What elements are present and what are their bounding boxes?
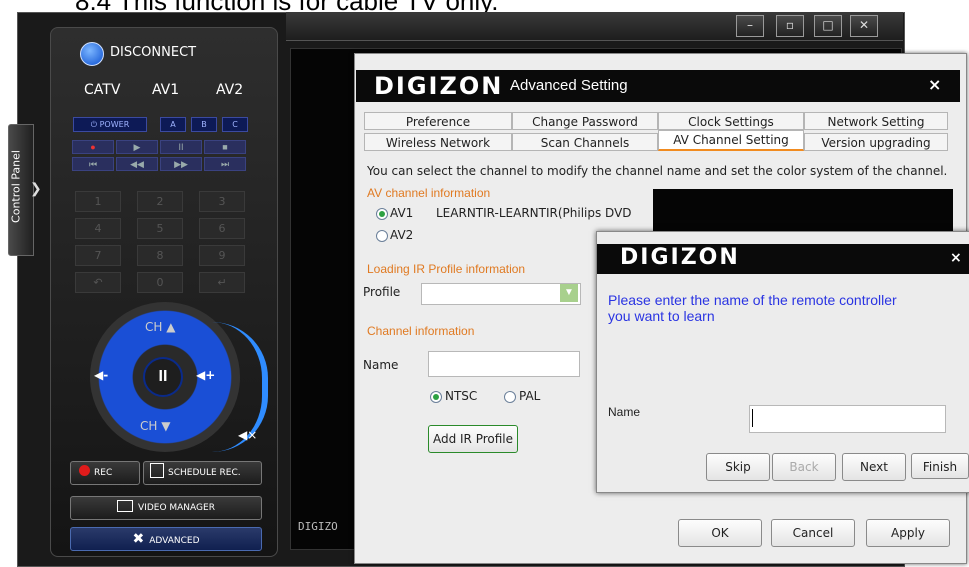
- volume-down-button[interactable]: ◀-: [94, 368, 108, 382]
- key-8[interactable]: 8: [137, 245, 183, 266]
- skip-button[interactable]: Skip: [706, 453, 770, 481]
- record-dot-icon: [79, 465, 90, 476]
- c-button[interactable]: C: [222, 117, 248, 132]
- video-manager-label: VIDEO MANAGER: [138, 503, 215, 513]
- description-text: You can select the channel to modify the…: [367, 164, 948, 178]
- profile-label: Profile: [363, 285, 401, 299]
- key-6[interactable]: 6: [199, 218, 245, 239]
- text-caret: [752, 409, 753, 427]
- digizon-logo: DIGIZON: [620, 245, 740, 270]
- channel-name-input[interactable]: [428, 351, 580, 377]
- schedule-rec-label: SCHEDULE REC.: [168, 468, 241, 478]
- tools-icon: ✖: [132, 531, 145, 547]
- disconnect-label[interactable]: DISCONNECT: [110, 45, 196, 60]
- profile-select[interactable]: [421, 283, 581, 305]
- ok-button[interactable]: OK: [678, 519, 762, 547]
- maximize-button[interactable]: □: [814, 15, 842, 37]
- close-button[interactable]: ✕: [850, 15, 878, 37]
- fast-forward-icon[interactable]: ▶▶: [160, 157, 202, 171]
- control-panel-label: Control Panel: [9, 150, 23, 223]
- key-9[interactable]: 9: [199, 245, 245, 266]
- apply-button[interactable]: Apply: [866, 519, 950, 547]
- record-icon[interactable]: ●: [72, 140, 114, 154]
- av1-value: LEARNTIR-LEARNTIR(Philips DVD: [436, 206, 632, 220]
- close-icon[interactable]: ×: [928, 75, 941, 94]
- ntsc-radio[interactable]: [430, 391, 442, 403]
- pal-label: PAL: [519, 389, 541, 403]
- pause-button[interactable]: II: [143, 357, 183, 397]
- play-icon[interactable]: ▶: [116, 140, 158, 154]
- key-1[interactable]: 1: [75, 191, 121, 212]
- tab-wireless-network[interactable]: Wireless Network: [364, 133, 512, 151]
- av2-label: AV2: [390, 228, 414, 242]
- key-2[interactable]: 2: [137, 191, 183, 212]
- tab-change-password[interactable]: Change Password: [512, 112, 658, 130]
- source-av2[interactable]: AV2: [216, 82, 243, 98]
- power-button[interactable]: ⏻ POWER: [73, 117, 147, 132]
- minimize-button[interactable]: –: [736, 15, 764, 37]
- name-label: Name: [363, 358, 399, 372]
- channel-preview: [653, 189, 953, 237]
- close-icon[interactable]: ×: [950, 250, 962, 266]
- rewind-icon[interactable]: ◀◀: [116, 157, 158, 171]
- brand-text: DIGIZO: [298, 520, 338, 533]
- b-button[interactable]: B: [191, 117, 217, 132]
- mute-icon[interactable]: ◀×: [238, 428, 257, 442]
- channel-up-button[interactable]: CH ▲: [145, 320, 175, 334]
- stop-icon[interactable]: ■: [204, 140, 246, 154]
- tab-version-upgrading[interactable]: Version upgrading: [804, 133, 948, 151]
- restore-button[interactable]: ▫: [776, 15, 804, 37]
- channel-section-heading: Channel information: [367, 324, 475, 338]
- tab-scan-channels[interactable]: Scan Channels: [512, 133, 658, 151]
- skip-back-icon[interactable]: ⏮: [72, 157, 114, 171]
- remote-name-input[interactable]: [749, 405, 946, 433]
- av2-radio[interactable]: [376, 230, 388, 242]
- schedule-rec-button[interactable]: SCHEDULE REC.: [143, 461, 262, 485]
- ntsc-label: NTSC: [445, 389, 478, 403]
- source-catv[interactable]: CATV: [84, 82, 120, 98]
- disconnect-icon[interactable]: [80, 42, 104, 66]
- av1-radio[interactable]: [376, 208, 388, 220]
- pal-radio[interactable]: [504, 391, 516, 403]
- digizon-logo: DIGIZON: [374, 72, 504, 100]
- advanced-button[interactable]: ✖ ADVANCED: [70, 527, 262, 551]
- learn-name-label: Name: [608, 405, 641, 419]
- ir-section-heading: Loading IR Profile information: [367, 262, 526, 276]
- pause-small-icon[interactable]: II: [160, 140, 202, 154]
- key-4[interactable]: 4: [75, 218, 121, 239]
- key-0[interactable]: 0: [137, 272, 183, 293]
- rec-label: REC: [94, 468, 113, 478]
- back-button: Back: [772, 453, 836, 481]
- finish-button[interactable]: Finish: [911, 453, 969, 479]
- source-av1[interactable]: AV1: [152, 82, 179, 98]
- add-ir-profile-button[interactable]: Add IR Profile: [428, 425, 518, 453]
- rec-button[interactable]: REC: [70, 461, 140, 485]
- av-section-heading: AV channel information: [367, 186, 491, 200]
- learn-instruction: Please enter the name of the remote cont…: [608, 292, 897, 324]
- tab-preference[interactable]: Preference: [364, 112, 512, 130]
- tab-clock-settings[interactable]: Clock Settings: [658, 112, 804, 130]
- dialog-title: Advanced Setting: [510, 77, 628, 94]
- key-recall[interactable]: ↶: [75, 272, 121, 293]
- folder-icon: [117, 500, 134, 512]
- key-5[interactable]: 5: [137, 218, 183, 239]
- channel-down-button[interactable]: CH ▼: [140, 419, 170, 433]
- skip-forward-icon[interactable]: ⏭: [204, 157, 246, 171]
- video-manager-button[interactable]: VIDEO MANAGER: [70, 496, 262, 520]
- title-bar: [286, 12, 903, 41]
- av1-label: AV1: [390, 206, 414, 220]
- tab-av-channel-setting[interactable]: AV Channel Setting: [658, 130, 804, 151]
- schedule-icon: [150, 463, 164, 478]
- chevron-down-icon[interactable]: ▼: [560, 284, 578, 302]
- cancel-button[interactable]: Cancel: [771, 519, 855, 547]
- chevron-right-icon: ❯: [30, 180, 42, 196]
- a-button[interactable]: A: [160, 117, 186, 132]
- tab-network-setting[interactable]: Network Setting: [804, 112, 948, 130]
- advanced-label: ADVANCED: [149, 536, 200, 546]
- key-7[interactable]: 7: [75, 245, 121, 266]
- key-3[interactable]: 3: [199, 191, 245, 212]
- next-button[interactable]: Next: [842, 453, 906, 481]
- key-enter[interactable]: ↵: [199, 272, 245, 293]
